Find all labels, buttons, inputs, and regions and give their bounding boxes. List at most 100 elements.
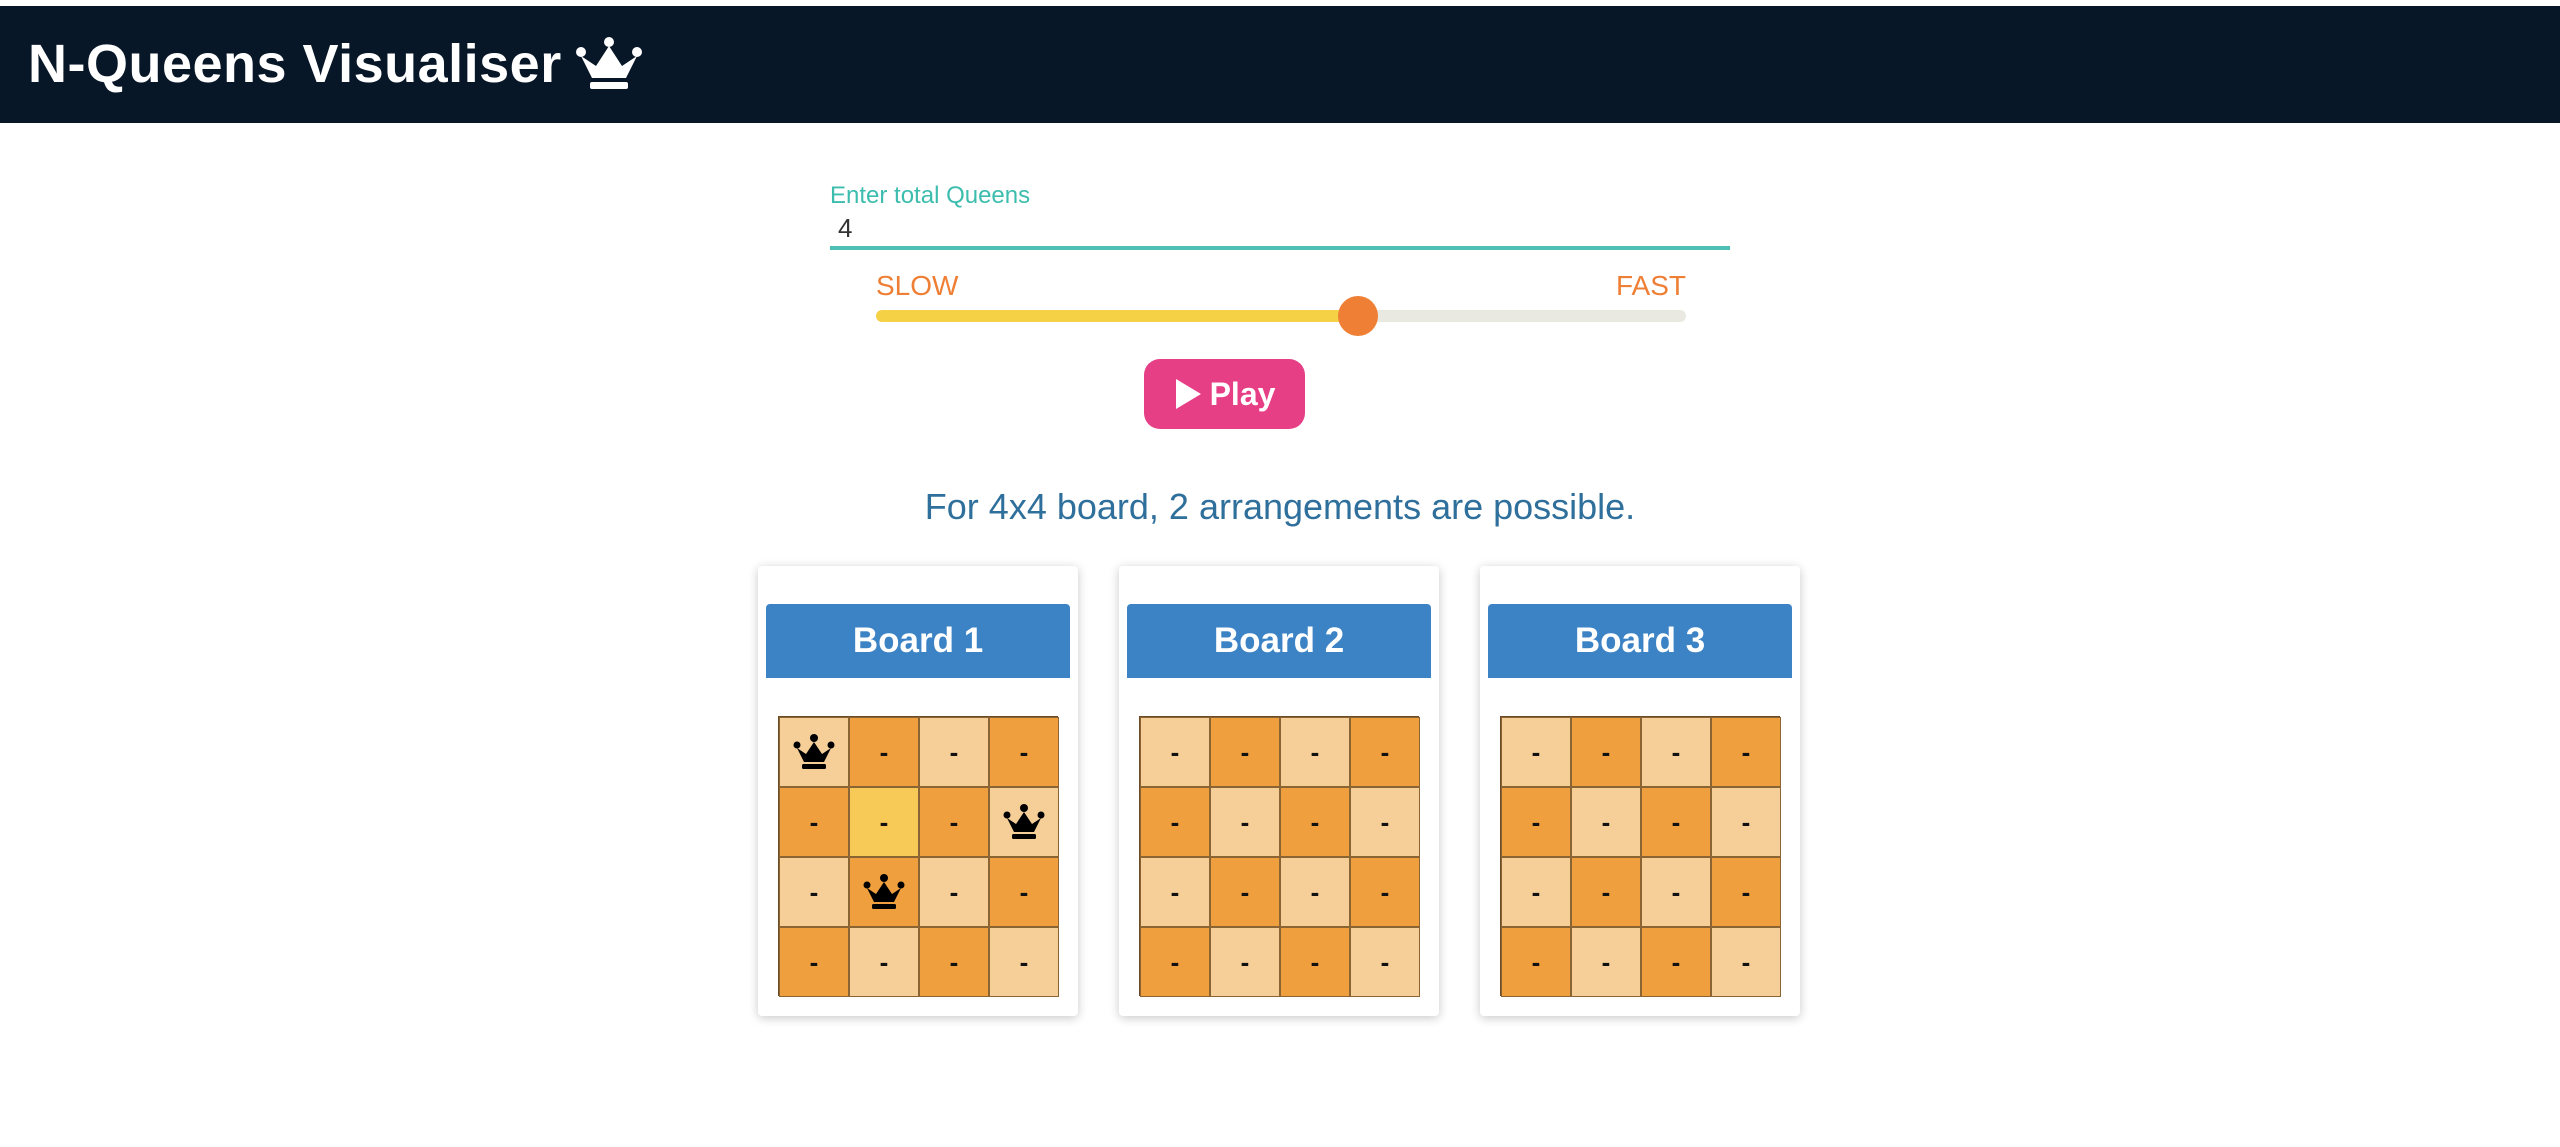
cell-value: - <box>949 736 959 767</box>
cell-value: - <box>1380 736 1390 767</box>
cell-value: - <box>1019 736 1029 767</box>
cell-value: - <box>1240 736 1250 767</box>
board-cell: - <box>1210 787 1280 857</box>
cell-value: - <box>1170 876 1180 907</box>
queen-icon <box>1003 804 1045 839</box>
board-cell: - <box>1641 717 1711 787</box>
board-cell: - <box>1350 717 1420 787</box>
board-cell: - <box>779 857 849 927</box>
board-cell: - <box>1501 717 1571 787</box>
cell-value: - <box>1741 876 1751 907</box>
board-cell: - <box>1280 717 1350 787</box>
cell-value: - <box>1380 806 1390 837</box>
board-title: Board 3 <box>1488 604 1792 678</box>
queen-icon <box>793 734 835 769</box>
board-card: Board 1 - - - - - - - - - - - - - <box>758 566 1078 1016</box>
board-cell: - <box>1571 717 1641 787</box>
speed-control: SLOW FAST <box>876 266 1686 336</box>
cell-value: - <box>1380 946 1390 977</box>
board-cell: - <box>1711 927 1781 997</box>
speed-slow-label: SLOW <box>876 270 959 301</box>
cell-value: - <box>809 946 819 977</box>
board-cell: - <box>1280 787 1350 857</box>
cell-value: - <box>1741 806 1751 837</box>
board-cell: - <box>849 927 919 997</box>
board-cell: - <box>919 787 989 857</box>
cell-value: - <box>1671 876 1681 907</box>
board-cell: - <box>779 927 849 997</box>
cell-value: - <box>809 876 819 907</box>
board-title: Board 1 <box>766 604 1070 678</box>
cell-value: - <box>1671 806 1681 837</box>
board-cell: - <box>1641 857 1711 927</box>
board-cell: - <box>1711 857 1781 927</box>
board-cell: - <box>989 857 1059 927</box>
cell-value: - <box>1601 946 1611 977</box>
play-button[interactable]: Play <box>1144 359 1305 429</box>
board-cell: - <box>1501 787 1571 857</box>
cell-value: - <box>1601 736 1611 767</box>
cell-value: - <box>1170 806 1180 837</box>
cell-value: - <box>1310 736 1320 767</box>
board-cell: - <box>1350 787 1420 857</box>
speed-slider-fill <box>876 310 1358 322</box>
board-cell: - <box>919 927 989 997</box>
crown-icon <box>575 37 642 89</box>
play-button-label: Play <box>1209 375 1276 412</box>
board-cell: - <box>1501 927 1571 997</box>
cell-value: - <box>1310 946 1320 977</box>
queens-input-label: Enter total Queens <box>830 182 1031 209</box>
cell-value: - <box>1170 946 1180 977</box>
speed-slider-thumb[interactable] <box>1337 296 1378 336</box>
board-cell <box>779 717 849 787</box>
board-cell: - <box>919 717 989 787</box>
play-icon <box>1175 379 1201 409</box>
cell-value: - <box>1170 736 1180 767</box>
cell-value: - <box>1531 946 1541 977</box>
cell-value: - <box>1240 806 1250 837</box>
board-cell: - <box>1711 717 1781 787</box>
cell-value: - <box>1310 806 1320 837</box>
board-cell: - <box>989 927 1059 997</box>
board-cell: - <box>849 787 919 857</box>
app-title: N-Queens Visualiser <box>28 34 562 94</box>
result-text: For 4x4 board, 2 arrangements are possib… <box>924 486 1636 527</box>
cell-value: - <box>1310 876 1320 907</box>
cell-value: - <box>949 876 959 907</box>
cell-value: - <box>879 806 889 837</box>
board-cell: - <box>1571 787 1641 857</box>
board-cell: - <box>1140 927 1210 997</box>
board-cell <box>989 787 1059 857</box>
board-cell: - <box>1210 927 1280 997</box>
chess-board: - - - - - - - - - - - - - - - - <box>1139 716 1420 997</box>
cell-value: - <box>1240 946 1250 977</box>
chess-board: - - - - - - - - - - - - - - - - <box>1500 716 1781 997</box>
board-cell: - <box>849 717 919 787</box>
cell-value: - <box>949 806 959 837</box>
board-cell: - <box>1641 927 1711 997</box>
cell-value: - <box>1240 876 1250 907</box>
cell-value: - <box>809 806 819 837</box>
board-cell: - <box>1571 927 1641 997</box>
queens-input[interactable] <box>830 210 1730 250</box>
app-brand[interactable]: N-Queens Visualiser <box>28 34 642 94</box>
chess-board: - - - - - - - - - - - - - <box>778 716 1059 997</box>
board-cell: - <box>919 857 989 927</box>
board-cell: - <box>1641 787 1711 857</box>
board-cell: - <box>1210 857 1280 927</box>
board-cell: - <box>1210 717 1280 787</box>
cell-value: - <box>1531 806 1541 837</box>
board-title: Board 2 <box>1127 604 1431 678</box>
cell-value: - <box>1531 876 1541 907</box>
board-cell: - <box>1280 927 1350 997</box>
board-cell: - <box>1280 857 1350 927</box>
navbar: N-Queens Visualiser <box>0 4 2560 123</box>
speed-slider[interactable] <box>876 296 1686 336</box>
cell-value: - <box>1671 946 1681 977</box>
board-cell: - <box>779 787 849 857</box>
board-card: Board 2 - - - - - - - - - - - - - - - - <box>1119 566 1439 1016</box>
queen-icon <box>863 874 905 909</box>
cell-value: - <box>1601 806 1611 837</box>
cell-value: - <box>1019 876 1029 907</box>
board-card: Board 3 - - - - - - - - - - - - - - - - <box>1480 566 1800 1016</box>
